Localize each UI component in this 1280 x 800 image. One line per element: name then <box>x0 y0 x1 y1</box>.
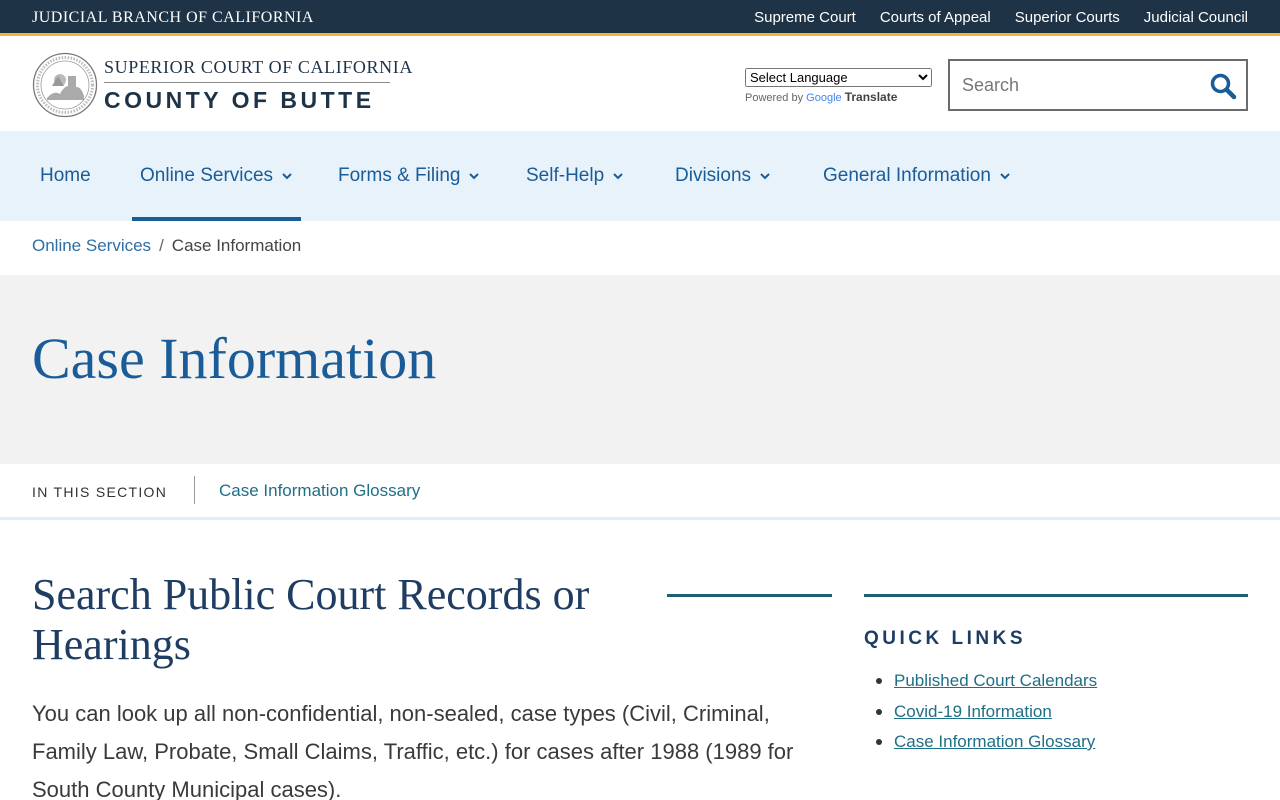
breadcrumb-current: Case Information <box>171 236 302 255</box>
nav-item-label: General Information <box>823 165 991 186</box>
judicial-branch-brand[interactable]: JUDICIAL BRANCH OF CALIFORNIA <box>32 9 314 27</box>
in-this-section-label: IN THIS SECTION <box>32 484 168 500</box>
main-heading: Search Public Court Records or Hearings <box>32 570 590 669</box>
quick-links-title: QUICK LINKS <box>864 628 1026 649</box>
nav-item-label: Divisions <box>675 165 752 186</box>
top-link-supreme-court[interactable]: Supreme Court <box>754 9 856 26</box>
nav-item-self-help[interactable]: Self-Help <box>526 131 624 221</box>
site-header: SUPERIOR COURT OF CALIFORNIA COUNTY OF B… <box>0 39 1280 131</box>
nav-item-label: Self-Help <box>526 165 605 186</box>
main-nav: Home Online Services Forms & Filing Self… <box>0 131 1280 221</box>
top-link-courts-of-appeal[interactable]: Courts of Appeal <box>880 9 991 26</box>
court-name-line2[interactable]: COUNTY OF BUTTE <box>104 87 375 114</box>
powered-by-label: Powered by <box>745 92 804 104</box>
breadcrumb-online-services[interactable]: Online Services <box>32 236 151 256</box>
language-select[interactable]: Select Language <box>745 68 932 87</box>
translate-link[interactable]: Translate <box>845 90 898 104</box>
section-divider <box>194 476 195 504</box>
chevron-down-icon <box>613 173 623 180</box>
main-heading-rule <box>667 594 832 597</box>
nav-item-general-information[interactable]: General Information <box>823 131 1011 221</box>
section-link-glossary[interactable]: Case Information Glossary <box>219 481 420 501</box>
court-name-divider <box>104 82 390 83</box>
list-item: Case Information Glossary <box>875 727 1097 758</box>
list-item: Published Court Calendars <box>875 666 1097 697</box>
nav-item-label: Forms & Filing <box>338 165 461 186</box>
breadcrumb-separator: / <box>159 236 164 255</box>
quick-links-list: Published Court Calendars Covid-19 Infor… <box>875 666 1097 758</box>
chevron-down-icon <box>1000 173 1010 180</box>
search-box <box>948 59 1248 111</box>
court-name-line1[interactable]: SUPERIOR COURT OF CALIFORNIA <box>104 57 413 78</box>
nav-item-home[interactable]: Home <box>40 131 91 221</box>
google-logo[interactable]: Google <box>806 92 841 104</box>
nav-item-forms-filing[interactable]: Forms & Filing <box>338 131 480 221</box>
top-link-superior-courts[interactable]: Superior Courts <box>1015 9 1120 26</box>
quick-link-covid-19[interactable]: Covid-19 Information <box>894 702 1052 721</box>
quick-links-rule <box>864 594 1248 597</box>
page-title-band: Case Information <box>0 275 1280 464</box>
list-item: Covid-19 Information <box>875 697 1097 728</box>
chevron-down-icon <box>760 173 770 180</box>
nav-item-label: Online Services <box>140 165 274 186</box>
page-title: Case Information <box>32 326 437 391</box>
top-links: Supreme Court Courts of Appeal Superior … <box>754 9 1248 26</box>
nav-item-divisions[interactable]: Divisions <box>675 131 771 221</box>
chevron-down-icon <box>469 173 480 180</box>
in-this-section-bar: IN THIS SECTION Case Information Glossar… <box>0 464 1280 520</box>
court-seal-icon[interactable] <box>32 52 98 118</box>
quick-link-glossary[interactable]: Case Information Glossary <box>894 732 1095 751</box>
search-icon[interactable] <box>1208 71 1238 101</box>
top-link-judicial-council[interactable]: Judicial Council <box>1144 9 1248 26</box>
breadcrumb: Online Services / Case Information <box>32 236 301 256</box>
language-translator: Select Language Powered by Google Transl… <box>745 68 932 104</box>
search-input[interactable] <box>950 61 1190 109</box>
main-body-text: You can look up all non-confidential, no… <box>32 701 794 800</box>
nav-item-label: Home <box>40 165 91 186</box>
nav-item-online-services[interactable]: Online Services <box>131 131 302 221</box>
quick-link-court-calendars[interactable]: Published Court Calendars <box>894 671 1097 690</box>
chevron-down-icon <box>282 173 292 180</box>
powered-by-google: Powered by Google Translate <box>745 90 932 104</box>
top-bar: JUDICIAL BRANCH OF CALIFORNIA Supreme Co… <box>0 0 1280 36</box>
